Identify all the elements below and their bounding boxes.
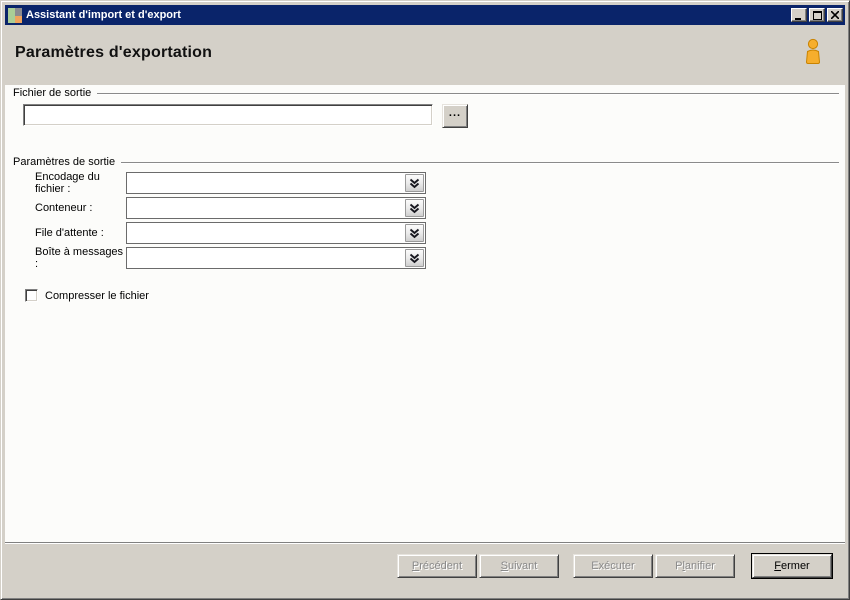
close-icon [831,11,839,19]
double-chevron-down-icon [409,203,420,213]
app-icon-orange-square [15,15,22,23]
mailbox-dropdown-button[interactable] [405,249,424,267]
title-bar: Assistant d'import et d'export [5,5,845,25]
encoding-field-row: Encodage du fichier : [35,171,426,195]
wizard-window: Assistant d'import et d'export Paramètre… [0,0,850,600]
encoding-combobox[interactable] [126,172,426,194]
app-icon-green-square [8,7,15,23]
group-separator-line [97,92,839,95]
compress-checkbox-row: Compresser le fichier [25,289,149,302]
minimize-icon [795,17,801,20]
minimize-button[interactable] [791,8,807,22]
page-title: Paramètres d'exportation [15,44,213,61]
output-file-row: ... [23,104,468,128]
container-label: Conteneur : [35,202,93,214]
maximize-icon [812,10,822,20]
compress-checkbox[interactable] [25,289,38,302]
mailbox-label: Boîte à messages : [35,246,124,270]
container-field-row: Conteneur : [35,197,426,219]
double-chevron-down-icon [409,253,420,263]
output-file-group-header: Fichier de sortie [13,87,839,99]
execute-button: Exécuter [573,554,653,578]
window-title: Assistant d'import et d'export [26,9,181,21]
encoding-dropdown-button[interactable] [405,174,424,192]
close-wizard-button[interactable]: Fermer [751,553,833,579]
app-icon [8,7,23,23]
double-chevron-down-icon [409,178,420,188]
queue-combobox-input[interactable] [128,224,403,242]
container-combobox-input[interactable] [128,199,403,217]
queue-combobox[interactable] [126,222,426,244]
app-icon-gray-square [15,7,22,16]
mailbox-combobox[interactable] [126,247,426,269]
wizard-body: Fichier de sortie ... Paramètres de sort… [5,85,845,544]
wizard-header: Paramètres d'exportation [5,25,845,85]
encoding-label: Encodage du fichier : [35,171,100,195]
previous-button: Précédent [397,554,477,578]
queue-label: File d'attente : [35,227,104,239]
output-file-group-label: Fichier de sortie [13,87,92,99]
encoding-combobox-input[interactable] [128,174,403,192]
mailbox-field-row: Boîte à messages : [35,246,426,270]
queue-dropdown-button[interactable] [405,224,424,242]
mailbox-combobox-input[interactable] [128,249,403,267]
next-button: Suivant [479,554,559,578]
browse-button[interactable]: ... [442,104,468,128]
group-separator-line [121,161,839,164]
maximize-button[interactable] [809,8,825,22]
double-chevron-down-icon [409,228,420,238]
window-controls [791,8,843,22]
output-file-input[interactable] [23,104,433,126]
container-combobox[interactable] [126,197,426,219]
wizard-footer: Précédent Suivant Exécuter Planifier Fer… [5,542,845,595]
close-button[interactable] [827,8,843,22]
queue-field-row: File d'attente : [35,222,426,244]
schedule-button: Planifier [655,554,735,578]
container-dropdown-button[interactable] [405,199,424,217]
output-params-group-label: Paramètres de sortie [13,156,116,168]
person-icon [805,38,821,64]
compress-checkbox-label: Compresser le fichier [45,289,149,302]
output-params-group-header: Paramètres de sortie [13,156,839,168]
